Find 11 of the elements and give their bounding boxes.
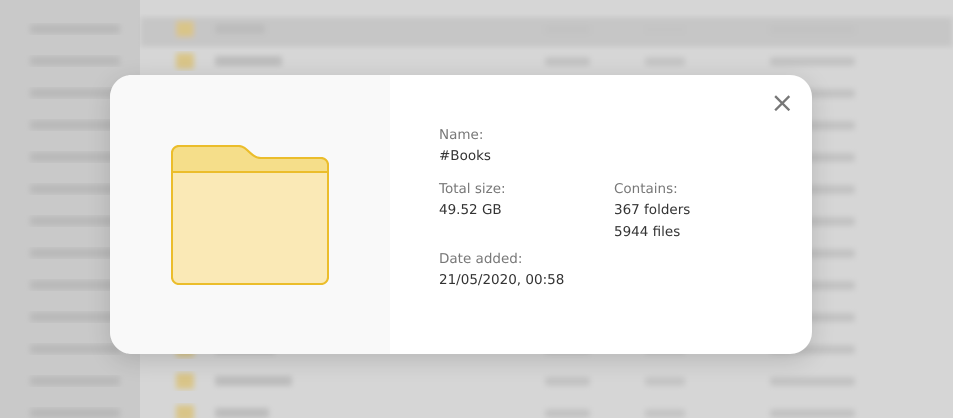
field-value: 5944 files: [614, 223, 682, 242]
field-value: 49.52 GB: [439, 201, 503, 220]
field-value: 367 folders: [614, 201, 692, 220]
close-button[interactable]: ×: [766, 89, 798, 117]
folder-icon: [171, 144, 329, 284]
field-value: #Books: [439, 147, 492, 166]
field-label: Date added:: [439, 250, 524, 269]
field-label: Total size:: [439, 180, 507, 199]
field-label: Name:: [439, 126, 484, 145]
field-label: Contains:: [614, 180, 679, 199]
field-value: 21/05/2020, 00:58: [439, 271, 566, 290]
